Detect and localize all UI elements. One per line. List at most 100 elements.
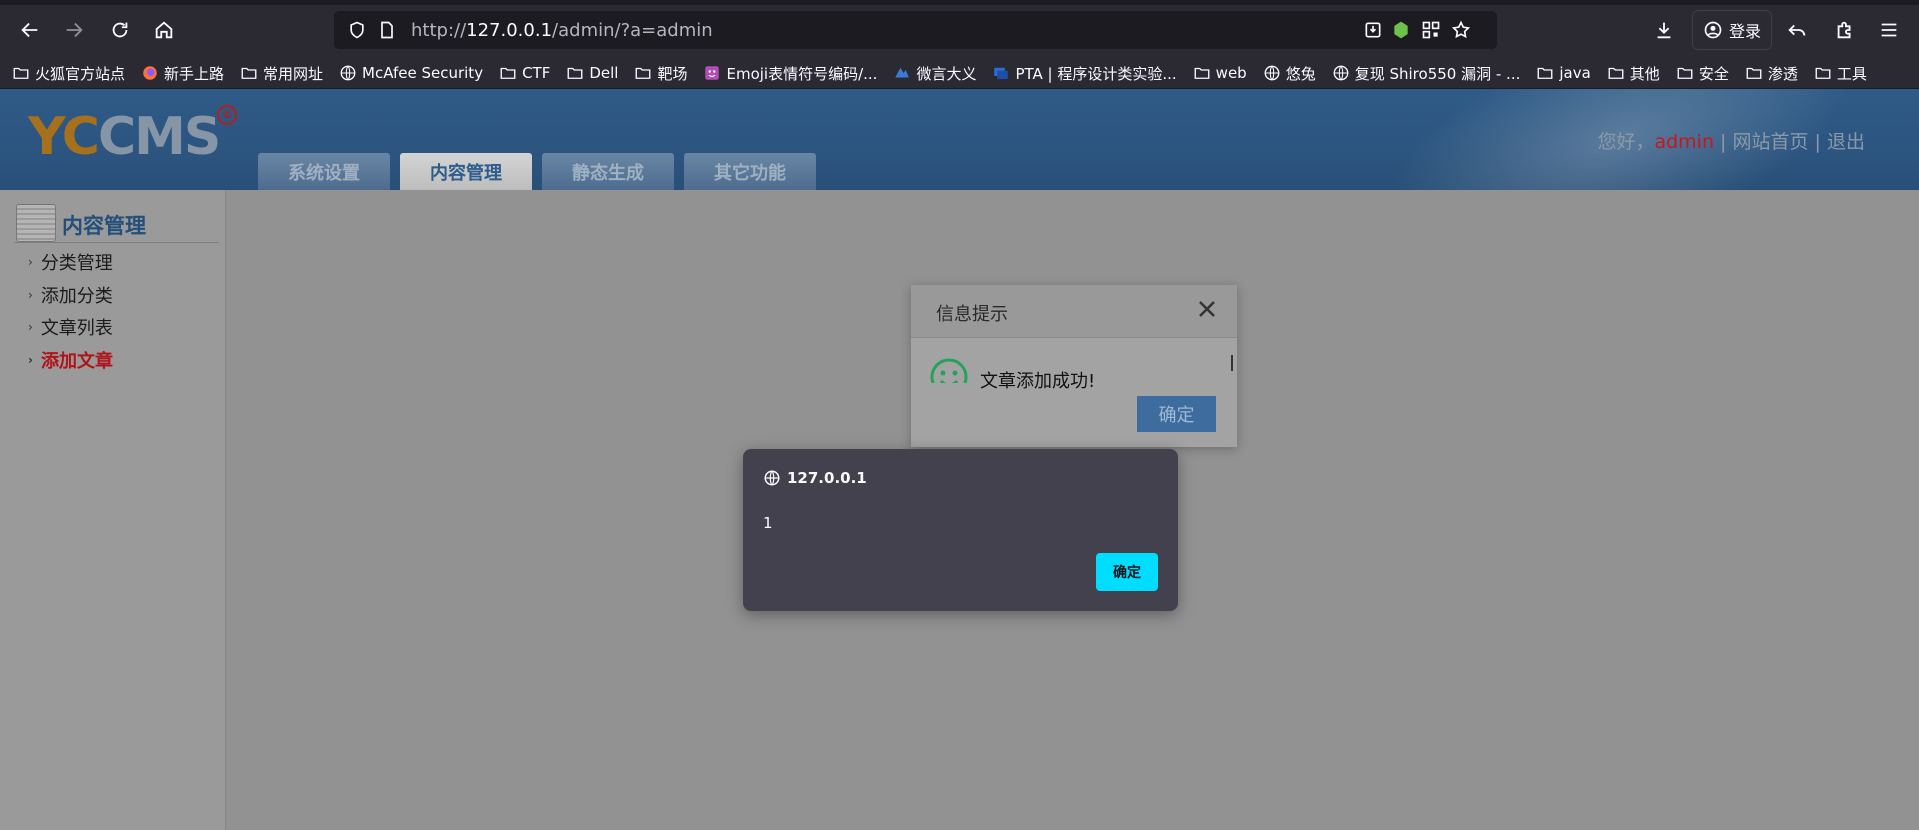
bookmark-label: CTF [522,64,551,82]
bookmark-item[interactable]: 复现 Shiro550 漏洞 - ... [1332,63,1521,84]
user-greeting: 您好，admin | 网站首页 | 退出 [1597,127,1865,154]
url-text[interactable]: http://127.0.0.1/admin/?a=admin [411,20,713,41]
close-icon[interactable] [1195,297,1219,321]
bookmark-item[interactable]: 悠兔 [1263,63,1316,84]
undo-button[interactable] [1780,14,1814,46]
page-icon[interactable] [375,18,399,42]
save-page-icon[interactable] [1361,18,1385,42]
bookmark-label: java [1559,64,1591,82]
bookmark-label: 其他 [1629,64,1660,83]
bookmark-item[interactable]: web [1193,64,1247,82]
alert-ok-button[interactable]: 确定 [1096,553,1158,591]
greeting-separator: | [1714,131,1733,153]
tab-other-functions[interactable]: 其它功能 [684,153,816,190]
bookmark-item[interactable]: 渗透 [1745,63,1798,84]
logo-yc: YC [28,107,100,167]
nodejs-extension-icon[interactable] [1389,18,1413,42]
logo-cms: CMS [97,107,221,167]
bookmark-item[interactable]: java [1536,64,1591,82]
sidebar-item-add-article[interactable]: › 添加文章 [28,347,113,373]
downloads-button[interactable] [1647,14,1681,46]
site-home-link[interactable]: 网站首页 [1732,131,1808,153]
folder-icon [1745,64,1763,82]
alert-origin: 127.0.0.1 [763,469,867,487]
folder-icon [634,64,652,82]
sidebar-item-article-list[interactable]: › 文章列表 [28,314,113,340]
tab-static-generation[interactable]: 静态生成 [542,153,674,190]
qr-code-icon[interactable] [1419,18,1443,42]
sidebar-item-label: 文章列表 [40,318,113,339]
forward-button[interactable] [57,14,91,46]
back-button[interactable] [13,14,47,46]
folder-icon [1536,64,1554,82]
bookmark-label: 复现 Shiro550 漏洞 - ... [1354,64,1521,83]
scrollbar-thumb[interactable] [1231,355,1233,371]
bookmark-star-icon[interactable] [1449,18,1473,42]
globe-icon [1332,64,1350,82]
chevron-right-icon: › [28,320,33,334]
menu-button[interactable] [1872,14,1906,46]
bookmark-item[interactable]: CTF [499,64,550,82]
bookmark-label: 工具 [1836,64,1867,83]
bookmark-label: Emoji表情符号编码/... [726,64,878,83]
yccms-logo: YCCMS © [28,105,238,163]
home-icon [155,21,173,39]
bookmark-item[interactable]: 新手上路 [141,63,224,84]
url-path: /admin/?a=admin [552,20,713,41]
firefox-icon [141,64,159,82]
sidebar-item-label: 分类管理 [40,253,113,274]
bookmark-label: Dell [589,64,619,82]
brand-icon [893,64,911,82]
url-bar[interactable]: http://127.0.0.1/admin/?a=admin [334,11,1497,49]
login-label: 登录 [1728,22,1761,41]
folder-icon [240,64,258,82]
browser-toolbar: http://127.0.0.1/admin/?a=admin 登录 [0,0,1919,58]
globe-icon [764,470,780,486]
alert-message: 1 [763,514,773,532]
forward-arrow-icon [66,22,83,38]
logout-link[interactable]: 退出 [1827,131,1865,153]
puzzle-icon [1837,21,1851,39]
account-icon [1704,21,1722,39]
bookmark-item[interactable]: 微言大义 [893,63,976,84]
bookmark-item[interactable]: PTA | 程序设计类实验... [992,63,1177,84]
bookmark-item[interactable]: 工具 [1814,63,1867,84]
tab-content-management[interactable]: 内容管理 [400,153,532,190]
bookmark-label: 靶场 [657,64,688,83]
folder-icon [1676,64,1694,82]
shield-icon[interactable] [345,18,369,42]
info-ok-button[interactable]: 确定 [1137,396,1216,432]
sidebar-item-category-management[interactable]: › 分类管理 [28,249,113,275]
bookmark-label: 安全 [1698,64,1729,83]
tab-system-settings[interactable]: 系统设置 [258,153,390,190]
extensions-button[interactable] [1828,14,1862,46]
bookmark-item[interactable]: McAfee Security [339,64,483,82]
bookmark-item[interactable]: 其他 [1607,63,1660,84]
window-top-strip [0,0,1919,5]
bookmark-item[interactable]: 靶场 [634,63,687,84]
url-scheme: http:// [411,20,467,41]
pta-icon [992,64,1010,82]
folder-icon [566,64,584,82]
current-user-name: admin [1654,131,1714,153]
bookmark-item[interactable]: 火狐官方站点 [12,63,125,84]
hamburger-menu-icon [1881,23,1897,37]
bookmark-label: 悠兔 [1285,64,1316,83]
sidebar-item-add-category[interactable]: › 添加分类 [28,282,113,308]
sidebar-item-label: 添加分类 [40,286,113,307]
greeting-prefix: 您好， [1597,131,1655,153]
alert-origin-text: 127.0.0.1 [787,469,867,487]
account-login-button[interactable]: 登录 [1692,10,1772,50]
bookmarks-bar: 火狐官方站点 新手上路 常用网址 McAfee Security CTF Dell 靶场 Em… [0,58,1919,89]
bookmark-label: 渗透 [1767,64,1798,83]
bookmark-label: web [1215,64,1247,82]
home-button[interactable] [147,14,181,46]
bookmark-label: 常用网址 [263,64,324,83]
greeting-separator: | [1808,131,1827,153]
bookmark-item[interactable]: 常用网址 [240,63,323,84]
bookmark-item[interactable]: Emoji表情符号编码/... [703,63,877,84]
bookmark-item[interactable]: 安全 [1676,63,1729,84]
reload-button[interactable] [103,14,137,46]
bookmark-item[interactable]: Dell [566,64,618,82]
sidebar-title: 内容管理 [62,214,146,238]
